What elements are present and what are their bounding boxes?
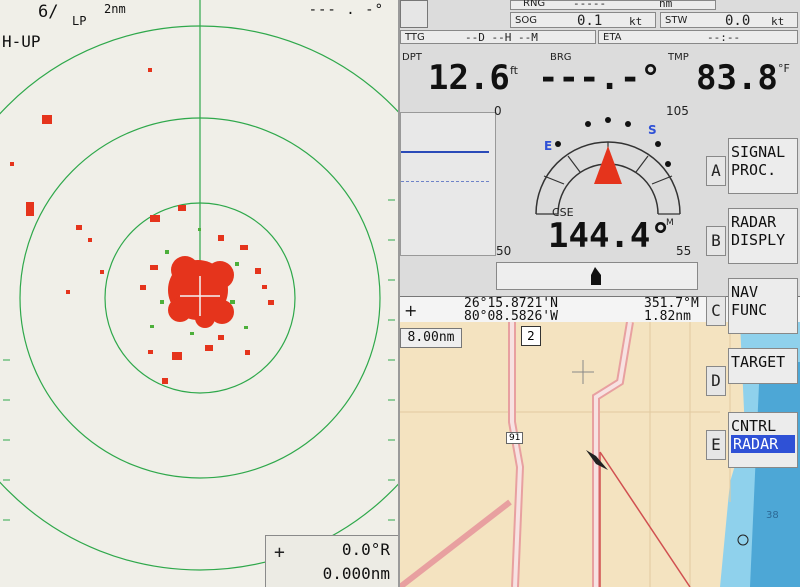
softkey-label: SIGNAL PROC.	[728, 138, 798, 194]
radar-heading-readout: --- . -°	[308, 2, 384, 18]
softkey-label: TARGET	[728, 348, 798, 384]
softkey-bar: A SIGNAL PROC. B RADAR DISPLY C NAV FUNC…	[706, 112, 800, 472]
softkey-line1: RADAR	[731, 213, 777, 231]
radar-display[interactable]: 6/ LP 2nm H-UP --- . -° + 0.0°R 0.000nm	[0, 0, 400, 587]
softkey-cntrl-radar[interactable]: E CNTRL RADAR	[706, 412, 800, 470]
ttg-row: TTG --D --H --M	[400, 30, 596, 44]
cursor-readout: + 0.0°R 0.000nm	[265, 535, 398, 587]
eta-value: --:--	[707, 31, 741, 44]
bearing-scale	[3, 199, 395, 521]
softkey-letter: E	[706, 430, 726, 460]
scale-left-top: 0	[494, 104, 502, 118]
sog-row: SOG 0.1 kt	[510, 12, 656, 29]
depth-sounding: 38	[766, 510, 779, 521]
route-icon[interactable]: 2	[521, 326, 541, 346]
rng-label: RNG	[523, 0, 546, 9]
chart-range[interactable]: 8.00nm	[400, 328, 462, 348]
position-cursor-icon: +	[404, 301, 418, 320]
softkey-target[interactable]: D TARGET	[706, 348, 800, 406]
softkey-line1: CNTRL	[731, 417, 777, 435]
cursor-icon: +	[274, 542, 285, 563]
softkey-letter: D	[706, 366, 726, 396]
stw-label: STW	[665, 15, 688, 26]
sog-unit: kt	[629, 15, 643, 28]
chartplotter-screen: 6/ LP 2nm H-UP --- . -° + 0.0°R 0.000nm …	[0, 0, 800, 587]
ttg-value: --D --H --M	[465, 31, 538, 44]
depth-alarm-line	[401, 181, 489, 182]
depth-value: 12.6	[428, 58, 510, 98]
course-unit: M	[666, 218, 674, 228]
ring-scale: 2nm	[104, 2, 126, 16]
panel-corner-box	[400, 0, 428, 28]
eta-row: ETA --:--	[598, 30, 798, 44]
sog-value: 0.1	[577, 13, 603, 29]
road-label: 91	[506, 432, 524, 444]
radar-scope[interactable]	[0, 0, 398, 587]
cursor-range: 0.000nm	[322, 564, 390, 583]
softkey-line1: NAV	[731, 283, 759, 301]
tmp-label: TMP	[668, 52, 689, 63]
ttg-label: TTG	[405, 32, 425, 43]
dpt-label: DPT	[402, 52, 422, 63]
softkey-label: CNTRL RADAR	[728, 412, 798, 468]
stw-row: STW 0.0 kt	[660, 12, 798, 29]
course-value: 144.4°	[548, 216, 671, 256]
softkey-label: NAV FUNC	[728, 278, 798, 334]
depth-graph	[400, 112, 496, 256]
rng-row: RNG ----- nm	[510, 0, 716, 10]
softkey-letter: B	[706, 226, 726, 256]
compass-e-label: E	[544, 139, 552, 153]
scale-left-bottom: 50	[496, 244, 512, 258]
eta-label: ETA	[603, 32, 622, 43]
compass-s-label: S	[648, 123, 657, 137]
ship-position-bar	[496, 262, 698, 290]
orientation-mode[interactable]: H-UP	[2, 32, 41, 51]
softkey-radar-display[interactable]: B RADAR DISPLY	[706, 208, 800, 266]
rng-value: -----	[573, 0, 607, 10]
softkey-line2: DISPLY	[731, 231, 786, 249]
pulse-length: LP	[72, 14, 87, 28]
depth-trace-line	[401, 151, 489, 153]
temperature-value: 83.8	[696, 58, 778, 98]
softkey-label: RADAR DISPLY	[728, 208, 798, 264]
softkey-signal-proc[interactable]: A SIGNAL PROC.	[706, 138, 800, 196]
softkey-line1: SIGNAL	[731, 143, 786, 161]
stw-value: 0.0	[725, 13, 751, 29]
temperature-unit: °F	[778, 62, 790, 75]
rng-unit: nm	[659, 0, 673, 10]
softkey-line2: PROC.	[731, 161, 777, 179]
radar-echoes	[10, 68, 274, 384]
depth-unit: ft	[510, 64, 518, 77]
softkey-line2: FUNC	[731, 301, 768, 319]
softkey-letter: A	[706, 156, 726, 186]
cursor-bearing: 0.0°R	[341, 540, 390, 559]
sog-label: SOG	[515, 15, 537, 26]
bearing-value: ---.-°	[538, 58, 661, 98]
softkey-nav-func[interactable]: C NAV FUNC	[706, 278, 800, 336]
softkey-line1: TARGET	[731, 353, 786, 371]
radar-range[interactable]: 6/	[38, 2, 58, 22]
stw-unit: kt	[771, 15, 785, 28]
softkey-line2-selected: RADAR	[731, 435, 795, 453]
softkey-letter: C	[706, 296, 726, 326]
